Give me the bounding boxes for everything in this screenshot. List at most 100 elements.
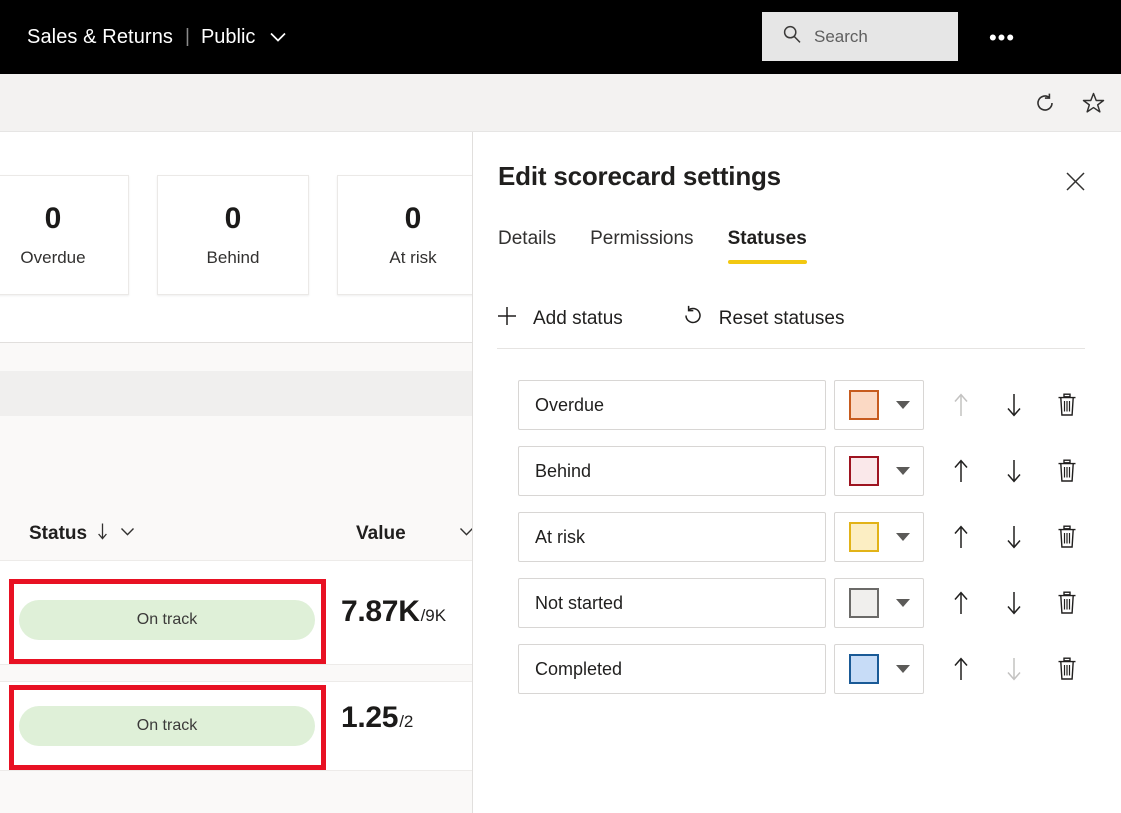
chevron-down-icon[interactable]: [267, 26, 289, 48]
reset-statuses-label: Reset statuses: [718, 307, 845, 329]
color-swatch: [849, 390, 879, 420]
summary-card-label: Behind: [206, 248, 260, 267]
move-status-down-button[interactable]: [997, 388, 1031, 422]
status-name-input[interactable]: Completed: [518, 644, 826, 694]
summary-card-value: 0: [44, 202, 62, 235]
move-status-down-button[interactable]: [997, 454, 1031, 488]
tab-label: Statuses: [727, 228, 807, 249]
status-name-input[interactable]: Behind: [518, 446, 826, 496]
status-row: Overdue: [474, 372, 1121, 438]
status-row: Not started: [474, 570, 1121, 636]
table-row[interactable]: On track 1.25 /2: [0, 682, 472, 770]
row-value: 1.25 /2: [341, 701, 413, 735]
delete-status-button[interactable]: [1050, 454, 1084, 488]
status-name-value: Behind: [535, 460, 592, 481]
status-name-input[interactable]: Not started: [518, 578, 826, 628]
column-header-value[interactable]: Value: [356, 522, 472, 546]
status-row: Completed: [474, 636, 1121, 702]
caret-down-icon: [896, 467, 910, 475]
summary-cards: 0 Overdue 0 Behind 0 At risk: [0, 132, 472, 343]
add-status-label: Add status: [533, 307, 623, 329]
scorecard-content: 0 Overdue 0 Behind 0 At risk Status Valu…: [0, 132, 473, 813]
search-input[interactable]: Search: [762, 12, 958, 61]
caret-down-icon: [896, 533, 910, 541]
row-value-current: 1.25: [341, 701, 399, 734]
chevron-down-icon[interactable]: [118, 522, 137, 546]
caret-down-icon: [896, 401, 910, 409]
spacer-band: [0, 416, 472, 512]
close-icon[interactable]: [1059, 165, 1091, 197]
page-title: Edit scorecard settings: [498, 161, 781, 191]
move-status-up-button[interactable]: [944, 586, 978, 620]
edit-scorecard-settings-panel: Edit scorecard settings Details Permissi…: [474, 132, 1121, 813]
summary-card-label: At risk: [389, 248, 437, 267]
tab-statuses[interactable]: Statuses: [727, 228, 807, 264]
reset-icon: [681, 304, 705, 333]
status-row: At risk: [474, 504, 1121, 570]
status-name-value: Overdue: [535, 394, 605, 415]
column-header-label: Status: [29, 523, 88, 544]
command-bar-actions: [1031, 74, 1107, 132]
panel-action-bar: Add status Reset statuses: [495, 304, 844, 333]
move-status-up-button[interactable]: [944, 454, 978, 488]
reset-statuses-button[interactable]: Reset statuses: [681, 304, 845, 333]
delete-status-button[interactable]: [1050, 388, 1084, 422]
summary-card[interactable]: 0 Overdue: [0, 175, 129, 295]
summary-card[interactable]: 0 At risk: [337, 175, 472, 295]
status-badge[interactable]: On track: [19, 600, 315, 640]
command-bar: [0, 74, 1121, 132]
summary-card-label: Overdue: [20, 248, 86, 267]
move-status-down-button[interactable]: [997, 652, 1031, 686]
tab-permissions[interactable]: Permissions: [590, 228, 693, 264]
table-row[interactable]: On track 7.87K /9K: [0, 576, 472, 664]
more-options-button[interactable]: •••: [986, 24, 1018, 52]
caret-down-icon: [896, 665, 910, 673]
caret-down-icon: [896, 599, 910, 607]
color-swatch: [849, 588, 879, 618]
audience-name[interactable]: Public: [201, 26, 255, 49]
status-color-picker[interactable]: [834, 380, 924, 430]
delete-status-button[interactable]: [1050, 520, 1084, 554]
add-status-button[interactable]: Add status: [495, 304, 623, 333]
chevron-down-icon[interactable]: [457, 522, 472, 546]
status-name-input[interactable]: At risk: [518, 512, 826, 562]
breadcrumb-separator: |: [185, 26, 190, 47]
status-badge-label: On track: [136, 717, 198, 734]
delete-status-button[interactable]: [1050, 586, 1084, 620]
divider: [497, 348, 1085, 349]
status-color-picker[interactable]: [834, 644, 924, 694]
tab-label: Permissions: [590, 228, 694, 249]
plus-icon: [495, 304, 519, 333]
star-icon[interactable]: [1079, 89, 1107, 117]
color-swatch: [849, 522, 879, 552]
row-gap: [0, 665, 472, 681]
column-header-status[interactable]: Status: [29, 522, 137, 546]
workspace-name[interactable]: Sales & Returns: [27, 26, 173, 49]
status-name-input[interactable]: Overdue: [518, 380, 826, 430]
move-status-up-button[interactable]: [944, 520, 978, 554]
status-color-picker[interactable]: [834, 578, 924, 628]
search-icon: [782, 24, 802, 49]
color-swatch: [849, 456, 879, 486]
status-color-picker[interactable]: [834, 446, 924, 496]
toolbar-band: [0, 371, 472, 416]
summary-card[interactable]: 0 Behind: [157, 175, 309, 295]
status-color-picker[interactable]: [834, 512, 924, 562]
delete-status-button[interactable]: [1050, 652, 1084, 686]
status-list: Overdue Behind At risk Not started Compl…: [474, 372, 1121, 702]
app-top-bar: Sales & Returns | Public Search •••: [0, 0, 1121, 74]
status-badge[interactable]: On track: [19, 706, 315, 746]
color-swatch: [849, 654, 879, 684]
move-status-down-button[interactable]: [997, 520, 1031, 554]
filter-band: [0, 343, 472, 371]
refresh-icon[interactable]: [1031, 89, 1059, 117]
status-name-value: Not started: [535, 592, 624, 613]
table-header: Status Value: [0, 512, 472, 560]
tab-details[interactable]: Details: [498, 228, 556, 264]
move-status-up-button[interactable]: [944, 652, 978, 686]
status-name-value: Completed: [535, 658, 623, 679]
move-status-up-button[interactable]: [944, 388, 978, 422]
breadcrumb: Sales & Returns | Public: [27, 26, 289, 49]
row-value-target: /9K: [420, 606, 447, 625]
move-status-down-button[interactable]: [997, 586, 1031, 620]
